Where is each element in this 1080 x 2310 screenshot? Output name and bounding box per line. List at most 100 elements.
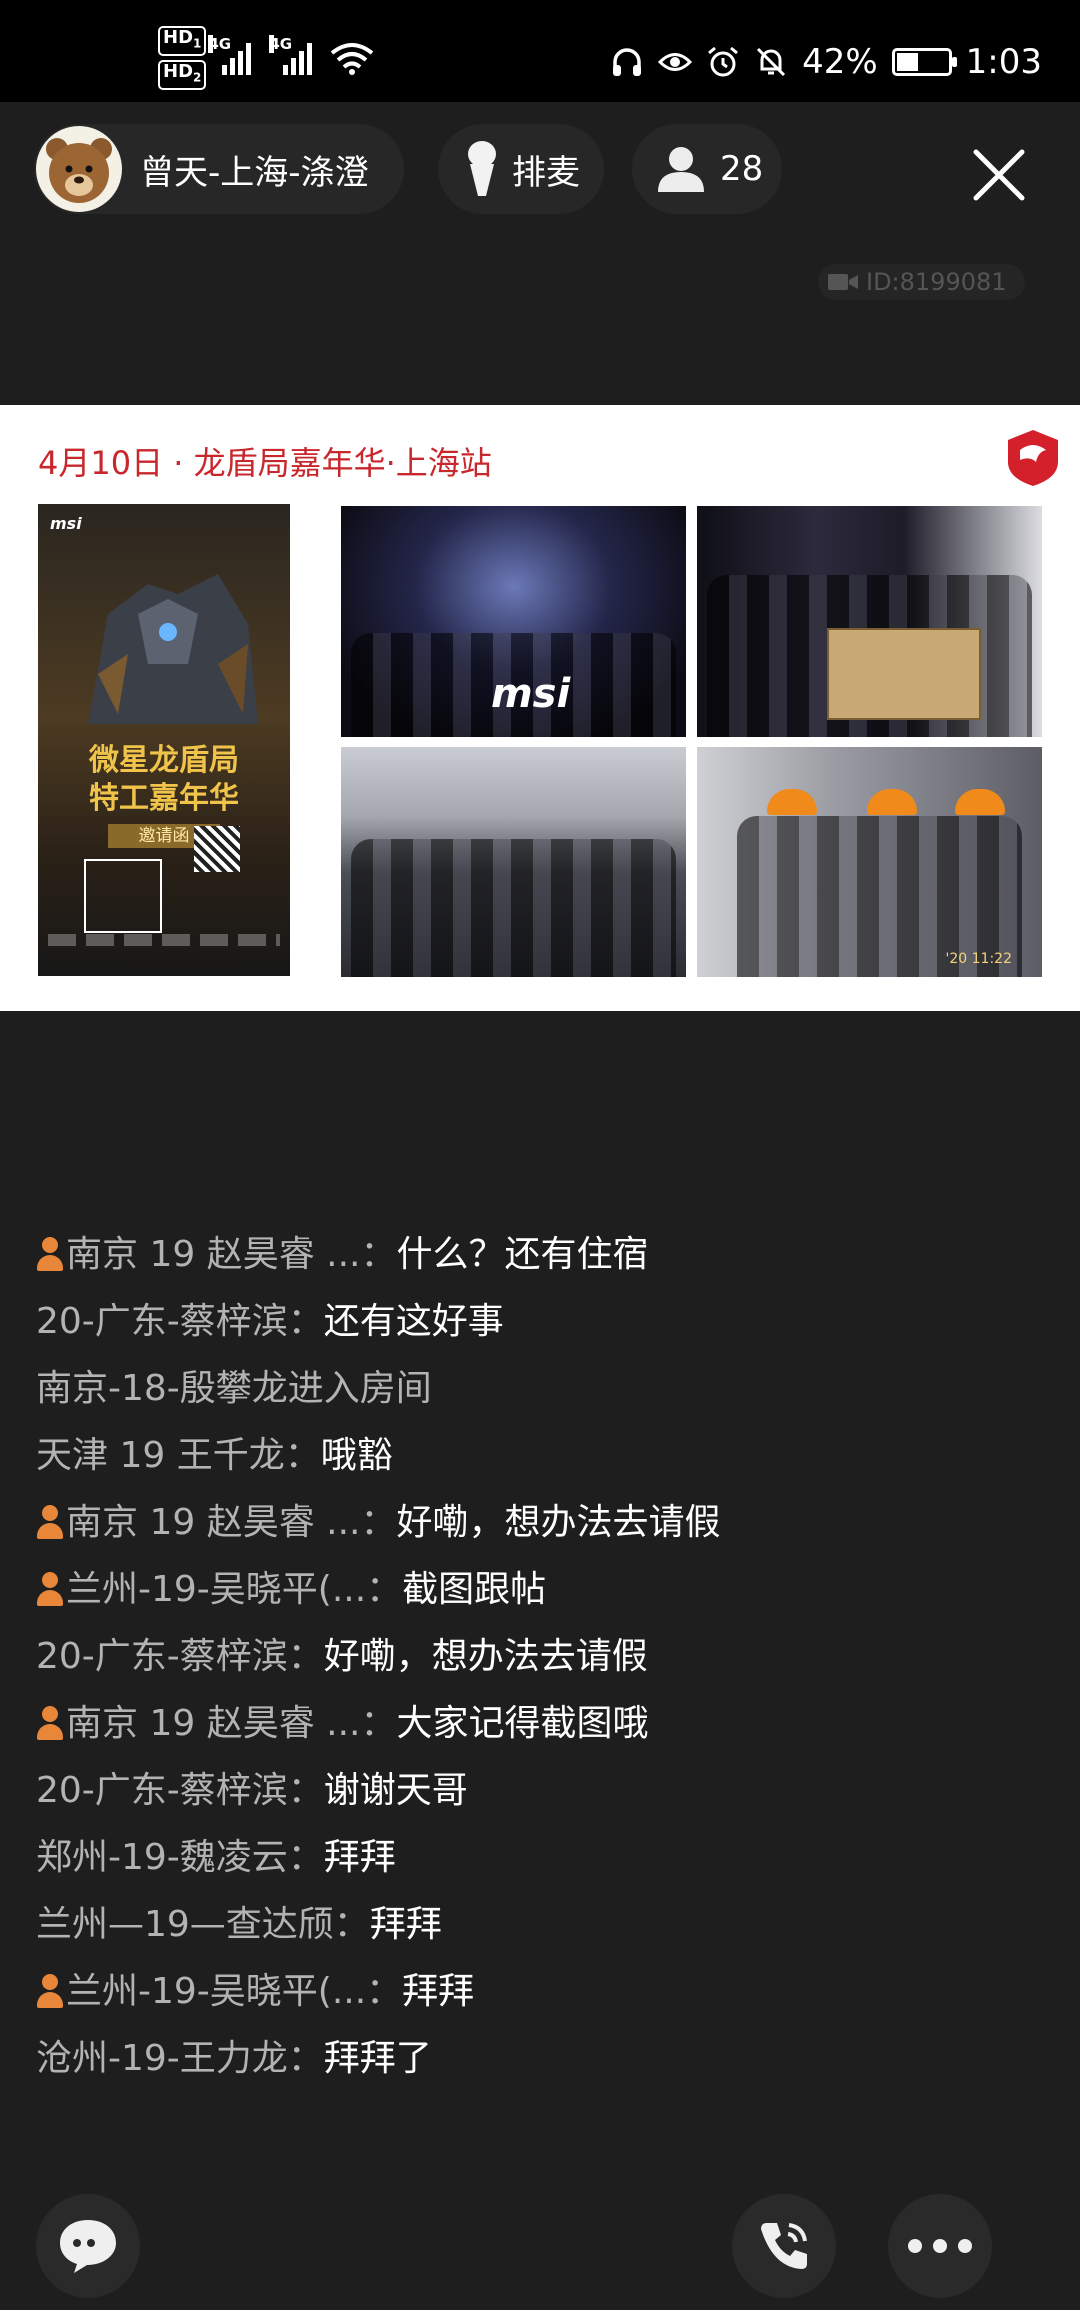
sponsor-logos (48, 934, 280, 946)
signal-icon-sim1: 4G (208, 35, 252, 75)
chat-join-notice: 南京-18-殷攀龙进入房间 (36, 1362, 796, 1416)
member-badge-icon (36, 1704, 64, 1740)
chat-text: 拜拜了 (323, 2038, 432, 2079)
chat-sender[interactable]: 南京-18-殷攀龙进入房间 (36, 1368, 432, 1409)
chat-text: 截图跟帖 (402, 1569, 547, 1610)
system-indicators: 42% 1:03 (610, 30, 1042, 94)
chat-message: 南京 19 赵昊睿 ...：大家记得截图哦 (36, 1697, 796, 1751)
orange-cap-3 (955, 789, 1005, 815)
person-icon (658, 147, 704, 192)
chat-message: 天津 19 王千龙：哦豁 (36, 1429, 796, 1483)
chat-message: 南京 19 赵昊睿 ...：什么？还有住宿 (36, 1228, 796, 1282)
clock: 1:03 (965, 42, 1042, 82)
event-photo-prize[interactable] (697, 506, 1042, 737)
photo-msi-logo: msi (491, 671, 571, 717)
event-poster[interactable]: msi 微星龙盾局 特工嘉年华 邀请函 (38, 504, 290, 976)
close-icon[interactable] (972, 148, 1026, 202)
chat-sender[interactable]: 20-广东-蔡梓滨： (36, 1770, 324, 1811)
chat-text: 拜拜 (402, 1971, 475, 2012)
chat-sender[interactable]: 20-广东-蔡梓滨： (36, 1636, 324, 1677)
chat-text: 哦豁 (320, 1435, 393, 1476)
qr-code (194, 826, 240, 872)
battery-percent: 42% (802, 42, 878, 82)
video-camera-icon (828, 274, 858, 290)
chat-message: 沧州-19-王力龙：拜拜了 (36, 2032, 796, 2086)
poster-brand: msi (50, 514, 82, 533)
queue-mic-button[interactable]: 排麦 (438, 124, 604, 214)
chat-text: 什么？还有住宿 (396, 1234, 649, 1275)
chat-text: 好嘞，想办法去请假 (396, 1502, 721, 1543)
poster-title: 微星龙盾局 特工嘉年华 (89, 743, 239, 816)
event-photo-stage[interactable]: msi (341, 506, 686, 737)
member-badge-icon (36, 1972, 64, 2008)
chat-message: 兰州-19-吴晓平(...：截图跟帖 (36, 1563, 796, 1617)
viewer-count: 28 (720, 149, 764, 189)
chat-sender[interactable]: 兰州-19-吴晓平(...： (66, 1569, 402, 1610)
chat-text: 谢谢天哥 (323, 1770, 468, 1811)
photo-timestamp: '20 11:22 (945, 951, 1012, 967)
chat-sender[interactable]: 郑州-19-魏凌云： (36, 1837, 324, 1878)
more-options-button[interactable] (888, 2194, 992, 2298)
chat-message: 20-广东-蔡梓滨：还有这好事 (36, 1295, 796, 1349)
mute-icon (757, 47, 786, 77)
chat-message: 兰州-19-吴晓平(...：拜拜 (36, 1965, 796, 2019)
room-id-badge: ID:8199081 (818, 264, 1025, 300)
queue-mic-label: 排麦 (512, 152, 580, 193)
hd2-badge: HD2 (158, 60, 207, 90)
battery-icon (891, 48, 957, 76)
audience-silhouettes (351, 839, 676, 977)
chat-message: 南京 19 赵昊睿 ...：好嘞，想办法去请假 (36, 1496, 796, 1550)
chat-message: 兰州—19—查达颀：拜拜 (36, 1898, 796, 1952)
chat-message: 20-广东-蔡梓滨：谢谢天哥 (36, 1764, 796, 1818)
chat-message: 郑州-19-魏凌云：拜拜 (36, 1831, 796, 1885)
wifi-icon (331, 43, 374, 75)
status-bar: HD1 HD2 4G 4G 42% 1:03 (0, 0, 1080, 102)
bear-avatar-icon (46, 138, 112, 203)
chat-sender[interactable]: 南京 19 赵昊睿 ...： (66, 1703, 396, 1744)
chat-sender[interactable]: 20-广东-蔡梓滨： (36, 1301, 324, 1342)
monitor-box (827, 628, 981, 720)
chat-input-button[interactable] (36, 2194, 140, 2298)
audience-button[interactable]: 28 (632, 124, 782, 214)
phone-icon (761, 2223, 807, 2269)
chat-text: 大家记得截图哦 (396, 1703, 649, 1744)
chat-bubble-icon (60, 2220, 116, 2273)
chat-text: 好嘞，想办法去请假 (323, 1636, 648, 1677)
alarm-icon (708, 46, 739, 77)
network-indicators: HD1 HD2 4G 4G (158, 26, 374, 90)
chat-sender[interactable]: 沧州-19-王力龙： (36, 2038, 324, 2079)
hd1-badge: HD1 (158, 26, 207, 56)
host-name: 曾天-上海-涤澄 (140, 152, 369, 193)
event-photo-performance[interactable]: '20 11:22 (697, 747, 1042, 977)
mecha-robot-illustration (88, 574, 258, 724)
host-profile[interactable]: 曾天-上海-涤澄 (34, 124, 404, 214)
chat-sender[interactable]: 南京 19 赵昊睿 ...： (66, 1502, 396, 1543)
orange-cap-1 (767, 789, 817, 815)
member-badge-icon (36, 1503, 64, 1539)
battery-level (896, 53, 918, 71)
member-badge-icon (36, 1235, 64, 1271)
voice-call-button[interactable] (732, 2194, 836, 2298)
chat-text: 还有这好事 (323, 1301, 504, 1342)
orange-cap-2 (867, 789, 917, 815)
headphones-icon (613, 48, 642, 76)
room-id: ID:8199081 (866, 268, 1007, 296)
microphone-icon (468, 141, 496, 196)
chat-message: 20-广东-蔡梓滨：好嘞，想办法去请假 (36, 1630, 796, 1684)
eye-icon (658, 53, 693, 71)
chat-messages[interactable]: 南京 19 赵昊睿 ...：什么？还有住宿 20-广东-蔡梓滨：还有这好事 南京-1… (36, 1228, 796, 2099)
avatar[interactable] (36, 126, 122, 212)
poster-card-graphic (84, 859, 162, 933)
chat-sender[interactable]: 天津 19 王千龙： (36, 1435, 321, 1476)
chat-text: 拜拜 (323, 1837, 396, 1878)
chat-sender[interactable]: 兰州—19—查达颀： (36, 1904, 370, 1945)
chat-sender[interactable]: 南京 19 赵昊睿 ...： (66, 1234, 396, 1275)
signal-icon-sim2: 4G (269, 35, 313, 75)
msi-dragon-logo-icon (1008, 430, 1058, 486)
event-photo-audience[interactable] (341, 747, 686, 977)
banner-title: 4月10日 · 龙盾局嘉年华·上海站 (38, 444, 492, 482)
chat-text: 拜拜 (369, 1904, 442, 1945)
chat-sender[interactable]: 兰州-19-吴晓平(...： (66, 1971, 402, 2012)
member-badge-icon (36, 1570, 64, 1606)
more-dots-icon (908, 2239, 972, 2253)
